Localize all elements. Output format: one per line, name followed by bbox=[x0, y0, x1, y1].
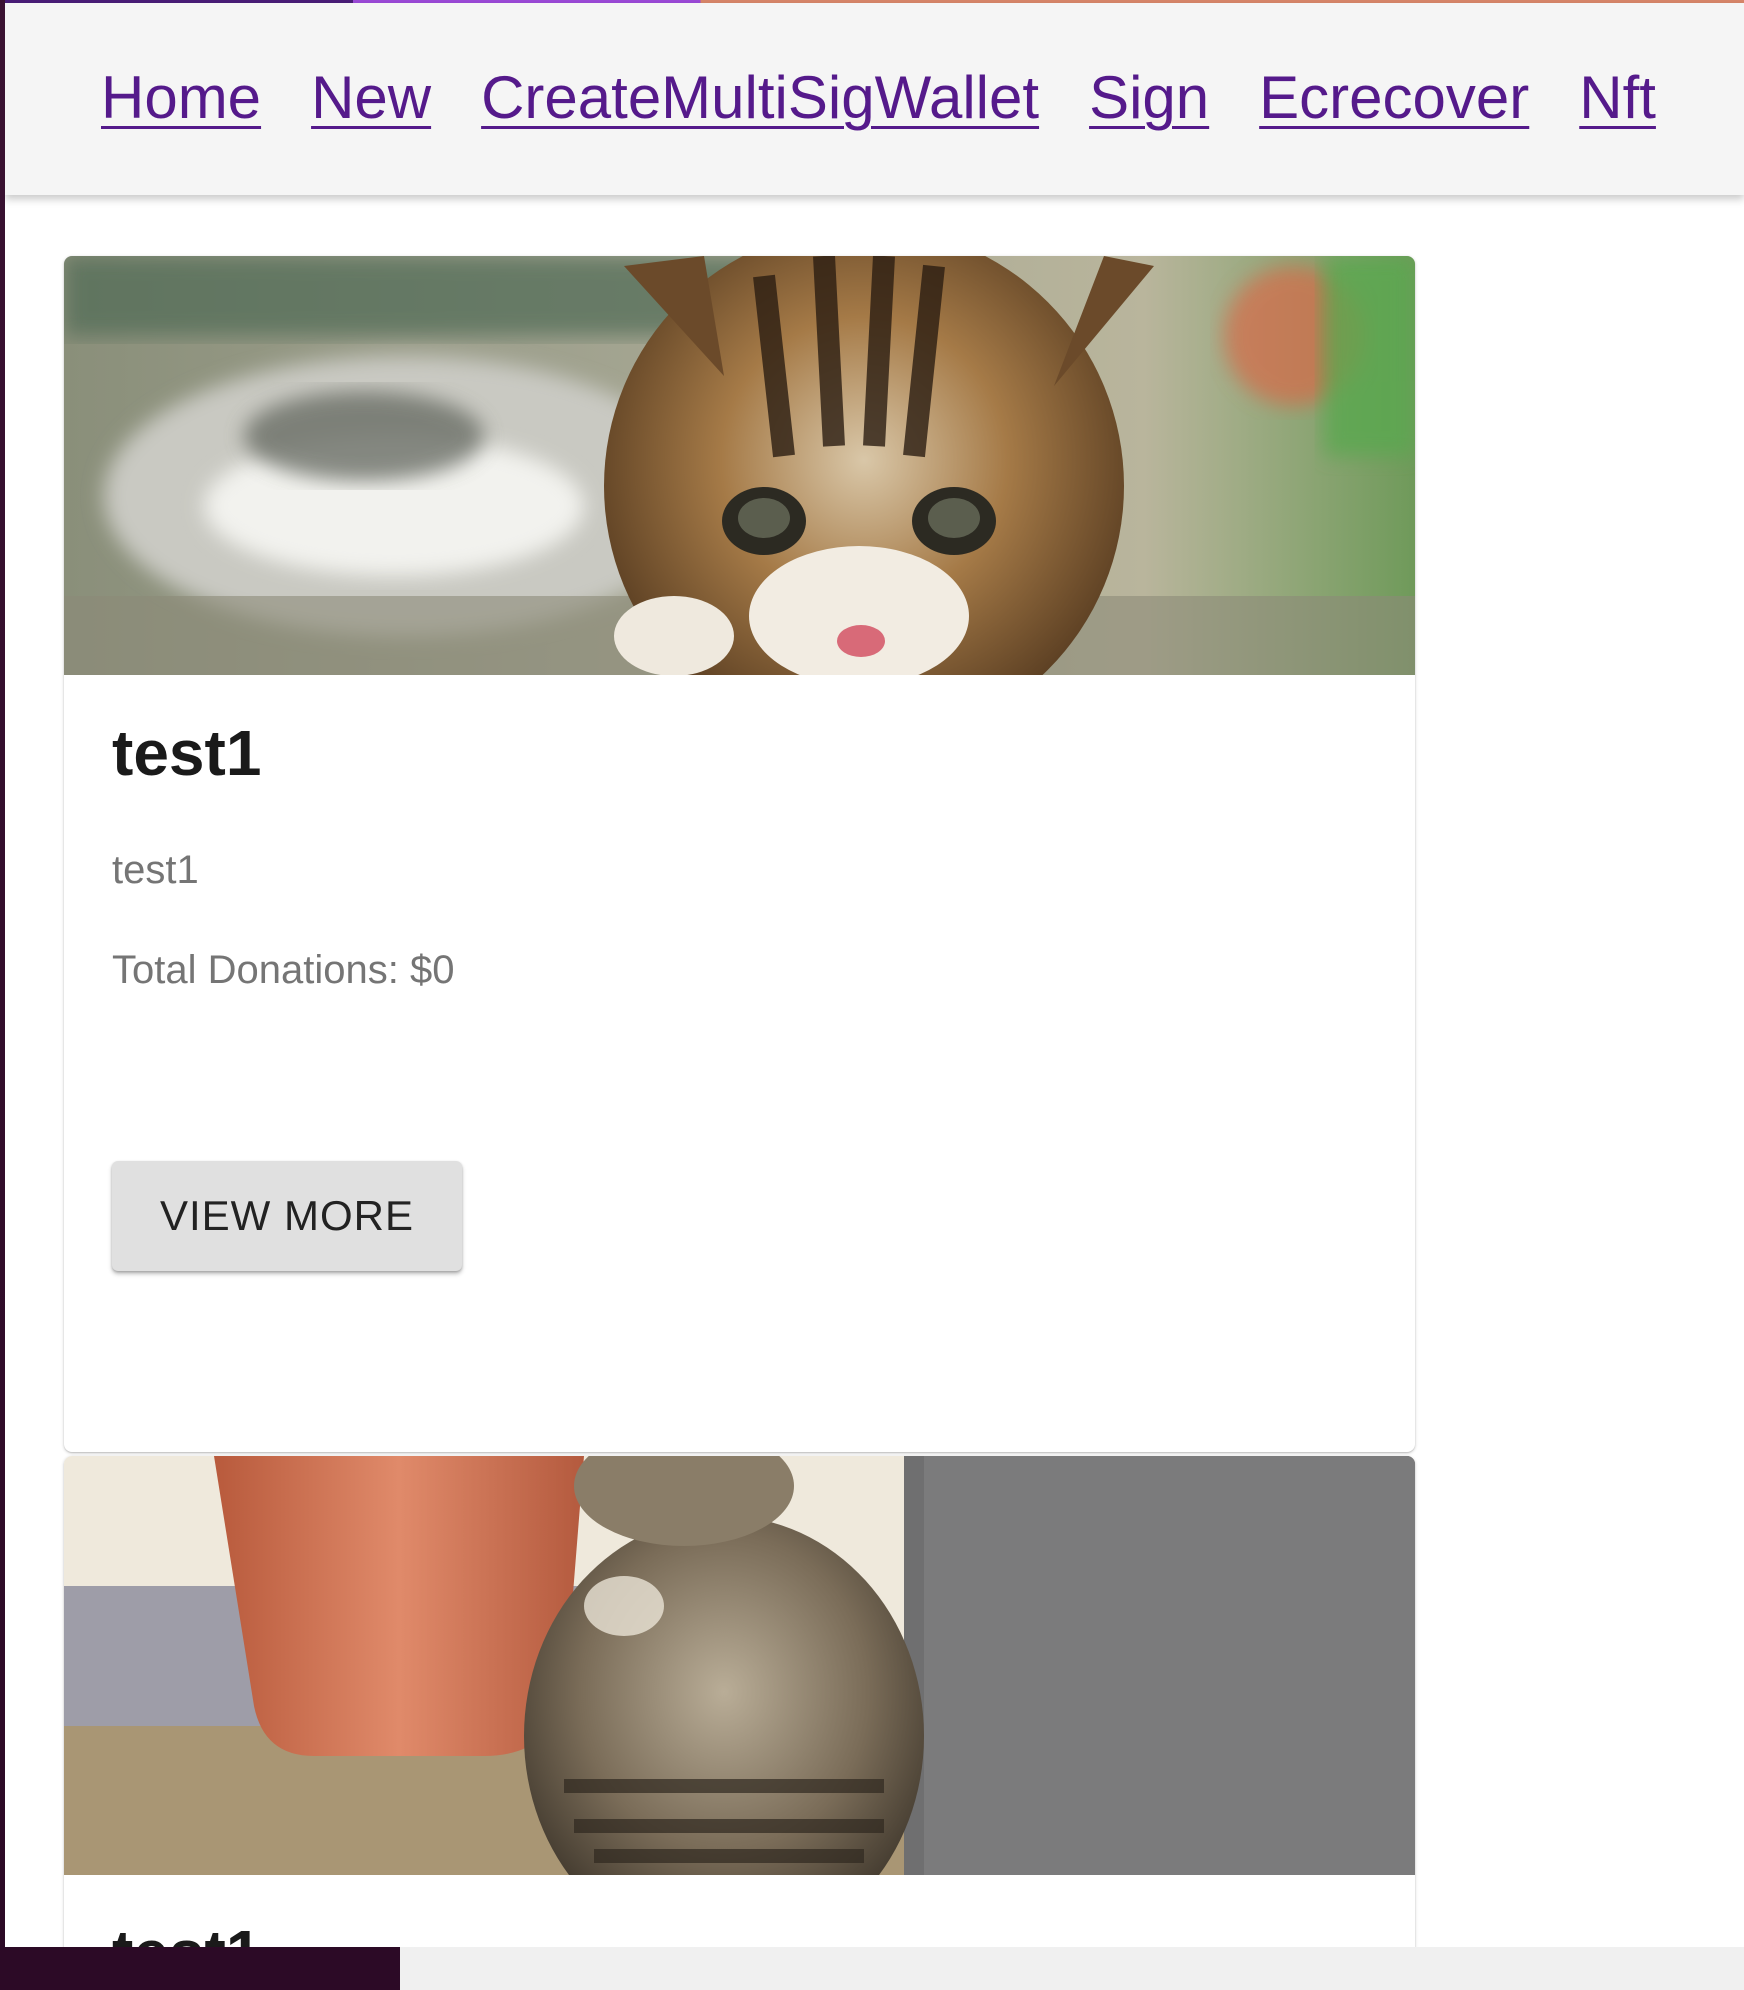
campaign-card: test1 bbox=[64, 1456, 1415, 1947]
card-total-donations: Total Donations: $0 bbox=[112, 948, 455, 992]
browser-viewport: Home New CreateMultiSigWallet Sign Ecrec… bbox=[5, 0, 1744, 1947]
campaign-card: test1 test1 Total Donations: $0 VIEW MOR… bbox=[64, 256, 1415, 1452]
nav-link-create-multisig-wallet[interactable]: CreateMultiSigWallet bbox=[481, 59, 1039, 137]
top-navbar: Home New CreateMultiSigWallet Sign Ecrec… bbox=[5, 3, 1744, 195]
card-title: test1 bbox=[112, 717, 262, 789]
card-title: test1 bbox=[112, 1913, 1367, 1947]
view-more-button[interactable]: VIEW MORE bbox=[112, 1161, 462, 1271]
card-content: test1 test1 Total Donations: $0 bbox=[64, 675, 1415, 993]
card-content: test1 bbox=[64, 1875, 1415, 1947]
nav-link-sign[interactable]: Sign bbox=[1089, 59, 1209, 137]
card-image-kitten bbox=[64, 256, 1415, 675]
nav-links: Home New CreateMultiSigWallet Sign Ecrec… bbox=[101, 59, 1656, 137]
nav-link-home[interactable]: Home bbox=[101, 59, 261, 137]
nav-link-ecrecover[interactable]: Ecrecover bbox=[1259, 59, 1529, 137]
card-image-kitten bbox=[64, 1456, 1415, 1875]
nav-link-nft[interactable]: Nft bbox=[1579, 59, 1656, 137]
desktop-panel bbox=[0, 1947, 400, 1990]
nav-link-new[interactable]: New bbox=[311, 59, 431, 137]
card-description: test1 bbox=[112, 848, 199, 892]
